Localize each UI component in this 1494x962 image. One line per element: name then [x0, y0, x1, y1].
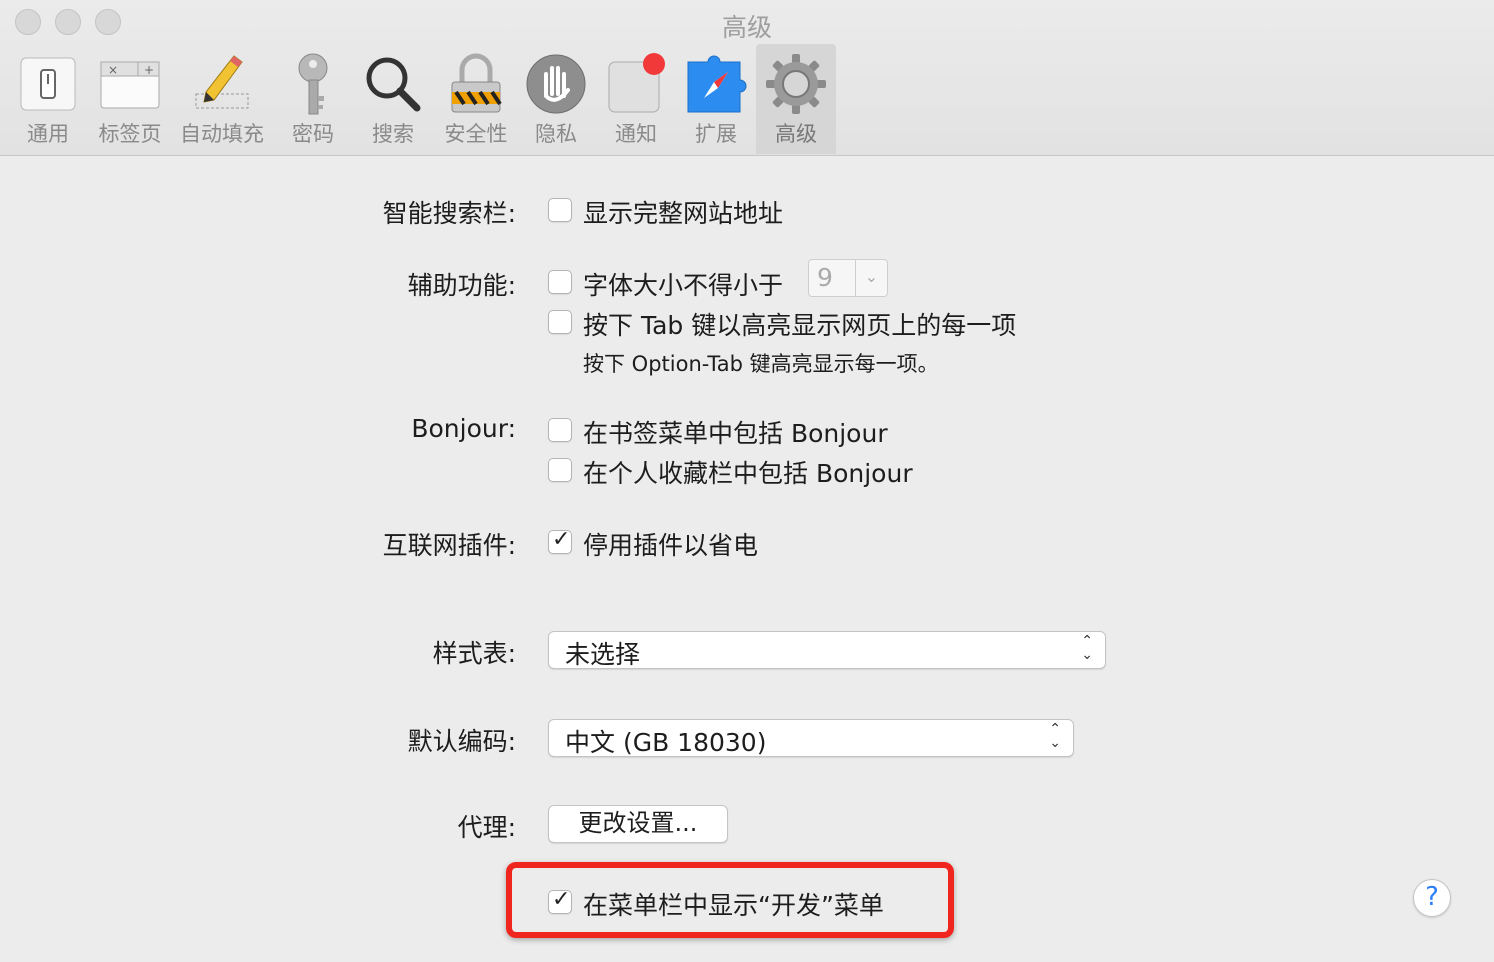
show-full-address-checkbox[interactable]	[548, 198, 572, 222]
key-icon	[281, 52, 345, 116]
stylesheet-label: 样式表:	[432, 639, 516, 668]
plugins-label: 互联网插件:	[382, 531, 516, 560]
checkmark-icon: ✓	[552, 887, 571, 912]
min-font-checkbox[interactable]	[548, 270, 572, 294]
tab-highlight-label: 按下 Tab 键以高亮显示网页上的每一项	[583, 311, 1017, 340]
min-font-value: 9	[808, 259, 856, 297]
tab-autofill[interactable]: 自动填充	[180, 44, 264, 154]
stylesheet-value: 未选择	[565, 640, 641, 669]
encoding-value: 中文 (GB 18030)	[565, 728, 767, 757]
proxy-label: 代理:	[457, 813, 516, 842]
tab-hint-text: 按下 Option-Tab 键高亮显示每一项。	[583, 352, 939, 376]
up-down-arrows-icon: ⌃ ⌄	[1049, 721, 1061, 751]
tab-highlight-checkbox[interactable]	[548, 310, 572, 334]
min-font-select[interactable]: 9 ⌄	[808, 259, 888, 297]
tab-advanced[interactable]: 高级	[756, 44, 836, 154]
min-font-label: 字体大小不得小于	[583, 271, 784, 300]
accessibility-label: 辅助功能:	[407, 271, 516, 300]
checkmark-icon: ✓	[552, 527, 571, 552]
change-proxy-settings-button[interactable]: 更改设置...	[548, 805, 728, 843]
stop-plugins-checkbox[interactable]: ✓	[548, 527, 572, 554]
tab-tabs[interactable]: × + 标签页	[90, 44, 170, 154]
gear-icon	[764, 52, 828, 116]
bonjour-favorites-label: 在个人收藏栏中包括 Bonjour	[583, 459, 913, 488]
bonjour-bookmarks-checkbox[interactable]	[548, 418, 572, 442]
hand-icon	[524, 52, 588, 116]
encoding-popup[interactable]: 中文 (GB 18030) ⌃ ⌄	[548, 719, 1074, 757]
svg-text:×: ×	[108, 63, 118, 77]
tabs-icon: × +	[98, 52, 162, 116]
titlebar: 高级 通用 × + 标签页 自动填充 密码 搜索 安全性 隐私 通知 扩展 高级	[0, 0, 1494, 156]
show-full-address-label: 显示完整网站地址	[583, 199, 784, 228]
svg-text:+: +	[144, 63, 154, 77]
lock-icon	[444, 52, 508, 116]
encoding-label: 默认编码:	[407, 727, 516, 756]
pencil-icon	[190, 52, 254, 116]
notification-icon	[604, 52, 668, 116]
bonjour-favorites-checkbox[interactable]	[548, 458, 572, 482]
up-down-arrows-icon: ⌃ ⌄	[1081, 633, 1093, 663]
stylesheet-popup[interactable]: 未选择 ⌃ ⌄	[548, 631, 1106, 669]
smart-search-label: 智能搜索栏:	[382, 199, 516, 228]
help-button[interactable]: ?	[1413, 879, 1451, 917]
extension-icon	[684, 52, 748, 116]
magnifier-icon	[361, 52, 425, 116]
show-develop-menu-checkbox[interactable]: ✓	[548, 887, 572, 914]
stop-plugins-label: 停用插件以省电	[583, 531, 759, 560]
bonjour-label: Bonjour:	[411, 414, 516, 443]
bonjour-bookmarks-label: 在书签菜单中包括 Bonjour	[583, 419, 888, 448]
show-develop-menu-label: 在菜单栏中显示“开发”菜单	[583, 891, 884, 920]
window-title: 高级	[721, 13, 772, 42]
general-switch-icon	[16, 52, 80, 116]
chevron-down-icon: ⌄	[856, 259, 888, 297]
